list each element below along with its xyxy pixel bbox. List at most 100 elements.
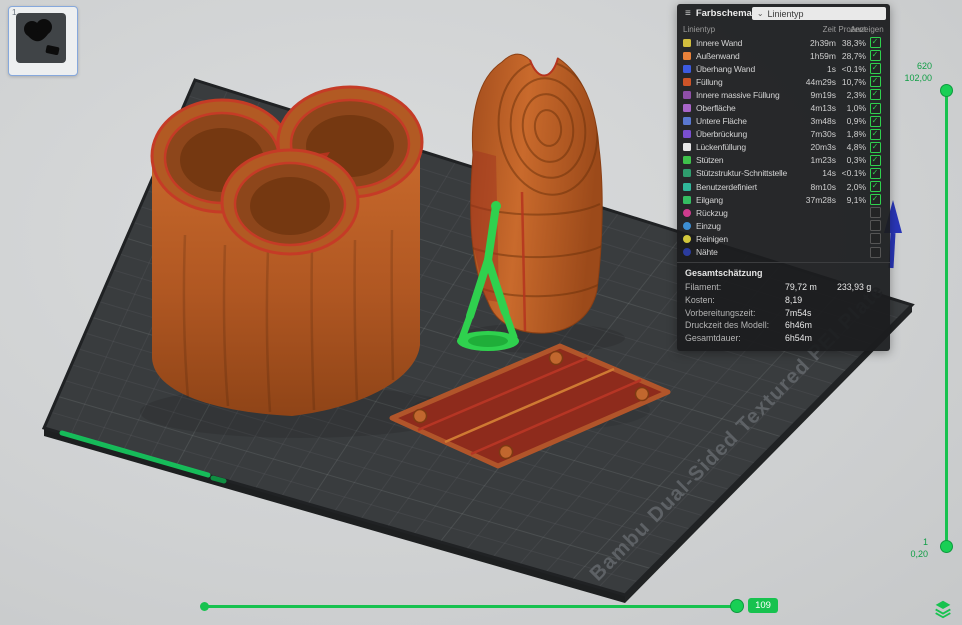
legend-column-headers: Linientyp Zeit Prozent Anzeigen <box>677 23 890 36</box>
summary-row: Gesamtdauer: 6h54m <box>685 332 882 345</box>
legend-swatch <box>683 208 691 217</box>
horizontal-slider-start <box>200 602 209 611</box>
legend-label: Überhang Wand <box>696 63 755 74</box>
legend-checkbox[interactable]: ✓ <box>869 167 881 179</box>
legend-label: Eilgang <box>696 194 723 205</box>
legend-swatch <box>683 248 691 257</box>
legend-label: Stützstruktur-Schnittstelle <box>696 168 787 179</box>
legend-checkbox[interactable]: ✓ <box>869 181 881 193</box>
legend-swatch <box>683 182 691 191</box>
legend-checkbox[interactable] <box>869 233 881 245</box>
legend-checkbox[interactable] <box>869 246 881 258</box>
summary-title: Gesamtschätzung <box>685 268 763 279</box>
legend-time: 9m19s <box>810 89 836 100</box>
legend-label: Füllung <box>696 76 723 87</box>
top-layer-height: 102,00 <box>904 72 932 83</box>
viewport: Bambu Dual-Sided Textured PEI Plate 1 ≡ … <box>0 0 962 625</box>
legend-checkbox[interactable]: ✓ <box>869 102 881 114</box>
legend-swatch <box>683 221 691 230</box>
legend-row[interactable]: Nähte <box>677 246 890 259</box>
legend-checkbox[interactable]: ✓ <box>869 63 881 75</box>
model-heart-container[interactable] <box>150 85 424 416</box>
panel-title: Farbschema <box>695 8 752 19</box>
thumbnail-image <box>16 13 66 63</box>
legend-row[interactable]: Untere Fläche 3m48s 0,9% ✓ <box>677 115 890 128</box>
model-vase[interactable] <box>466 53 606 334</box>
legend-swatch <box>683 104 691 113</box>
legend-label: Überbrückung <box>696 129 747 140</box>
legend-percent: 2,3% <box>846 89 866 100</box>
legend-row[interactable]: Außenwand 1h59m 28,7% ✓ <box>677 49 890 62</box>
legend-checkbox[interactable]: ✓ <box>869 76 881 88</box>
legend-row[interactable]: Rückzug <box>677 206 890 219</box>
legend-time: 1s <box>827 63 836 74</box>
legend-row[interactable]: Eilgang 37m28s 9,1% ✓ <box>677 193 890 206</box>
legend-checkbox[interactable]: ✓ <box>869 115 881 127</box>
header-anzeigen: Anzeigen <box>850 25 884 34</box>
legend-time: 8m10s <box>810 181 836 192</box>
legend-row[interactable]: Überhang Wand 1s <0.1% ✓ <box>677 62 890 75</box>
legend-label: Untere Fläche <box>696 116 747 127</box>
layers-icon[interactable] <box>932 598 954 620</box>
legend-percent: 38,3% <box>841 37 866 48</box>
legend-percent: 10,7% <box>841 76 866 87</box>
header-zeit: Zeit <box>822 25 836 34</box>
legend-swatch <box>683 38 691 47</box>
layer-slider-top-handle[interactable] <box>940 84 953 97</box>
legend-percent: <0.1% <box>841 63 866 74</box>
summary-value2: 233,93 g <box>837 281 872 292</box>
layer-slider-top-labels: 620 102,00 <box>904 61 932 84</box>
legend-row[interactable]: Benutzerdefiniert 8m10s 2,0% ✓ <box>677 180 890 193</box>
summary-label: Vorbereitungszeit: <box>685 307 756 318</box>
legend-checkbox[interactable]: ✓ <box>869 128 881 140</box>
legend-percent: 0,9% <box>846 116 866 127</box>
legend-checkbox[interactable]: ✓ <box>869 89 881 101</box>
legend-swatch <box>683 195 691 204</box>
thumbnail-index: 1 <box>12 8 17 17</box>
legend-row[interactable]: Stützen 1m23s 0,3% ✓ <box>677 154 890 167</box>
legend-row[interactable]: Innere massive Füllung 9m19s 2,3% ✓ <box>677 88 890 101</box>
menu-icon[interactable]: ≡ <box>685 8 691 19</box>
legend-time: 4m13s <box>810 103 836 114</box>
summary-label: Kosten: <box>685 294 715 305</box>
plate-green-accent-2 <box>210 475 227 484</box>
legend-row[interactable]: Lückenfüllung 20m3s 4,8% ✓ <box>677 141 890 154</box>
legend-row[interactable]: Oberfläche 4m13s 1,0% ✓ <box>677 101 890 114</box>
color-scheme-dropdown[interactable]: ⌄ Linientyp <box>751 7 886 20</box>
chevron-down-icon: ⌄ <box>756 8 764 18</box>
horizontal-slider-track[interactable] <box>204 605 738 608</box>
legend-percent: <0.1% <box>841 168 866 179</box>
summary-label: Druckzeit des Modell: <box>685 320 770 331</box>
legend-row[interactable]: Füllung 44m29s 10,7% ✓ <box>677 75 890 88</box>
summary-row: Kosten: 8,19 <box>685 293 882 306</box>
legend-percent: 9,1% <box>846 194 866 205</box>
legend-swatch <box>683 90 691 99</box>
legend-checkbox[interactable]: ✓ <box>869 50 881 62</box>
legend-swatch <box>683 169 691 178</box>
legend-swatch <box>683 143 691 152</box>
legend-checkbox[interactable] <box>869 207 881 219</box>
legend-checkbox[interactable]: ✓ <box>869 37 881 49</box>
legend-label: Reinigen <box>696 233 728 244</box>
legend-label: Einzug <box>696 220 721 231</box>
layer-slider-track[interactable] <box>945 90 948 546</box>
layer-slider-bottom-handle[interactable] <box>940 540 953 553</box>
legend-checkbox[interactable]: ✓ <box>869 141 881 153</box>
legend-label: Nähte <box>696 247 718 258</box>
horizontal-slider-handle[interactable] <box>730 599 744 613</box>
legend-row[interactable]: Einzug <box>677 219 890 232</box>
legend-rows: Innere Wand 2h39m 38,3% ✓ Außenwand 1h59… <box>677 36 890 259</box>
legend-checkbox[interactable] <box>869 220 881 232</box>
legend-time: 14s <box>822 168 836 179</box>
legend-checkbox[interactable]: ✓ <box>869 154 881 166</box>
legend-row[interactable]: Innere Wand 2h39m 38,3% ✓ <box>677 36 890 49</box>
legend-time: 2h39m <box>810 37 836 48</box>
legend-row[interactable]: Reinigen <box>677 232 890 245</box>
legend-checkbox[interactable]: ✓ <box>869 194 881 206</box>
plate-thumbnail[interactable]: 1 <box>8 6 78 76</box>
legend-label: Außenwand <box>696 50 740 61</box>
summary-row: Druckzeit des Modell: 6h46m <box>685 319 882 332</box>
legend-label: Innere massive Füllung <box>696 89 780 100</box>
legend-row[interactable]: Überbrückung 7m30s 1,8% ✓ <box>677 128 890 141</box>
legend-row[interactable]: Stützstruktur-Schnittstelle 14s <0.1% ✓ <box>677 167 890 180</box>
